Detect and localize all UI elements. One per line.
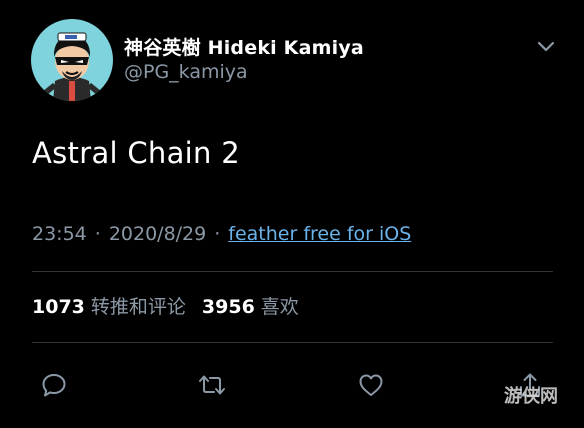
tweet-meta: 23:54 · 2020/8/29 · feather free for iOS	[32, 223, 411, 245]
retweets-label: 转推和评论	[90, 296, 186, 318]
display-name[interactable]: 神谷英樹 Hideki Kamiya	[124, 33, 364, 60]
display-name-row: 神谷英樹 Hideki Kamiya	[124, 33, 364, 60]
meta-separator: ·	[214, 223, 221, 245]
heart-icon[interactable]	[354, 368, 388, 402]
chevron-down-icon[interactable]	[534, 36, 558, 58]
reply-icon[interactable]	[37, 368, 71, 402]
tweet-date[interactable]: 2020/8/29	[109, 223, 206, 245]
retweets-count: 1073	[32, 296, 85, 318]
retweet-icon[interactable]	[195, 368, 229, 402]
user-handle[interactable]: @PG_kamiya	[124, 61, 248, 83]
divider	[32, 271, 553, 272]
likes-count: 3956	[201, 296, 255, 318]
avatar[interactable]	[31, 19, 113, 101]
divider	[32, 342, 553, 343]
meta-separator: ·	[94, 223, 101, 245]
tweet-detail: 神谷英樹 Hideki Kamiya @PG_kamiya Astral Cha…	[0, 0, 584, 428]
likes-stat[interactable]: 3956 喜欢	[202, 292, 299, 319]
avatar-illustration	[43, 32, 101, 101]
likes-label: 喜欢	[260, 296, 299, 318]
tweet-source-link[interactable]: feather free for iOS	[228, 223, 411, 245]
tweet-stats: 1073 转推和评论 3956 喜欢	[32, 292, 299, 319]
retweets-stat[interactable]: 1073 转推和评论	[32, 292, 186, 319]
tweet-text: Astral Chain 2	[32, 136, 240, 170]
watermark: 游侠网	[504, 386, 558, 407]
tweet-time: 23:54	[32, 223, 87, 245]
